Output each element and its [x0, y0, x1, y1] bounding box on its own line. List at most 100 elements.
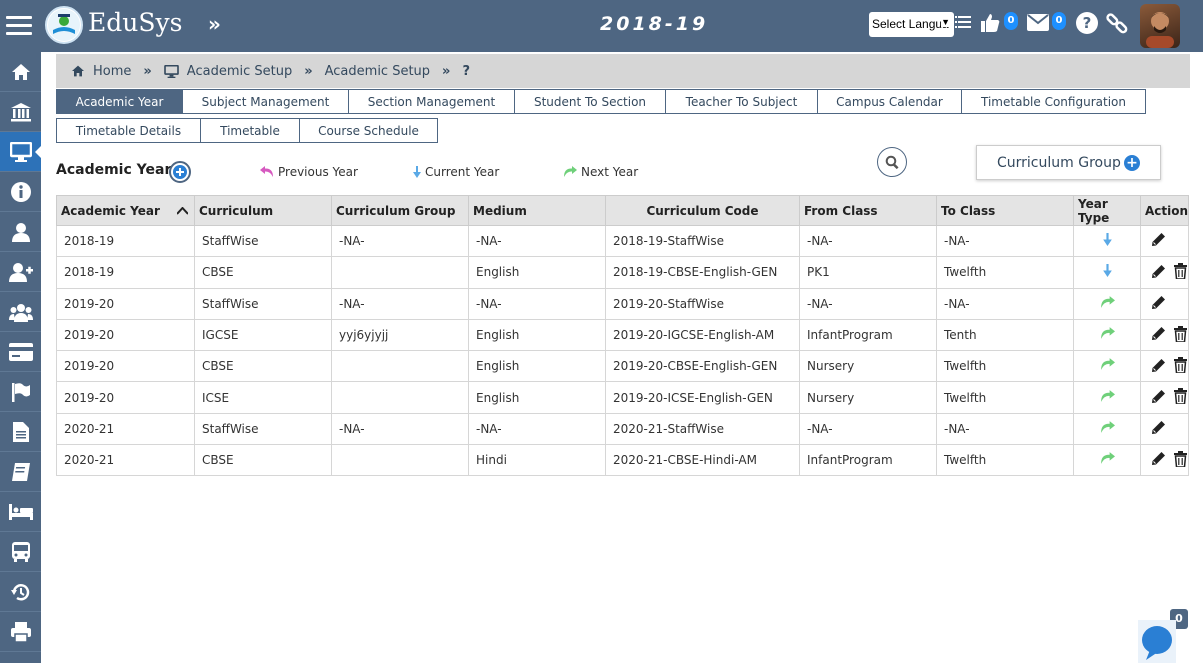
sidebar-item-documents[interactable]: [0, 412, 41, 452]
tab-section-management[interactable]: Section Management: [349, 89, 515, 114]
sidebar-item-fees[interactable]: [0, 332, 41, 372]
sidebar-item-groups[interactable]: [0, 292, 41, 332]
tab-student-to-section[interactable]: Student To Section: [515, 89, 666, 114]
edit-pencil-icon[interactable]: [1151, 420, 1166, 435]
cell-curriculum: StaffWise: [194, 412, 332, 446]
sidebar-item-user[interactable]: [0, 212, 41, 252]
edit-pencil-icon[interactable]: [1151, 232, 1166, 247]
plus-circle-icon: +: [1124, 155, 1140, 171]
edit-pencil-icon[interactable]: [1151, 358, 1166, 373]
sidebar-item-academic-setup[interactable]: [0, 132, 42, 172]
tab-timetable[interactable]: Timetable: [201, 118, 300, 143]
edit-pencil-icon[interactable]: [1151, 451, 1166, 466]
curriculum-group-label: Curriculum Group: [997, 154, 1121, 171]
thumbs-up-icon[interactable]: [980, 13, 1000, 37]
cell-curriculum: CBSE: [194, 350, 332, 383]
breadcrumb-current[interactable]: Academic Setup: [325, 64, 430, 79]
col-from-class[interactable]: From Class: [799, 195, 937, 226]
tab-campus-calendar[interactable]: Campus Calendar: [818, 89, 962, 114]
col-medium[interactable]: Medium: [468, 195, 606, 226]
link-icon[interactable]: [1106, 12, 1128, 38]
breadcrumb-separator: »: [304, 63, 313, 79]
messages-badge: 0: [1052, 12, 1066, 30]
col-curriculum-code[interactable]: Curriculum Code: [605, 195, 800, 226]
cell-year-type: [1073, 350, 1141, 383]
search-button[interactable]: [877, 147, 907, 177]
printer-icon: [10, 621, 31, 642]
trash-icon[interactable]: [1174, 263, 1187, 280]
breadcrumb-academic-setup[interactable]: Academic Setup: [187, 64, 292, 79]
sidebar-item-hostel[interactable]: [0, 492, 41, 532]
edit-pencil-icon[interactable]: [1151, 389, 1166, 404]
cell-medium: English: [468, 381, 606, 414]
users-icon: [8, 303, 33, 322]
language-select[interactable]: Select Langua ▼: [869, 12, 954, 37]
tab-timetable-configuration[interactable]: Timetable Configuration: [962, 89, 1146, 114]
menu-icon[interactable]: [6, 16, 32, 36]
col-academic-year[interactable]: Academic Year: [56, 195, 195, 226]
table-header-row: Academic Year Curriculum Curriculum Grou…: [56, 195, 1190, 226]
expand-chevron-icon[interactable]: »: [208, 12, 221, 36]
tab-academic-year[interactable]: Academic Year: [56, 89, 183, 114]
cell-year: 2020-21: [56, 444, 195, 477]
sidebar-item-print[interactable]: [0, 612, 41, 652]
sidebar-item-add-user[interactable]: [0, 252, 41, 292]
section-title: Academic Year: [56, 162, 172, 178]
cell-action: [1139, 350, 1190, 383]
edit-pencil-icon[interactable]: [1151, 264, 1166, 279]
sort-up-icon: [177, 207, 188, 215]
cell-curriculum: CBSE: [194, 444, 332, 477]
cell-curriculum: StaffWise: [194, 287, 332, 320]
user-icon: [11, 222, 30, 242]
trash-icon[interactable]: [1174, 388, 1187, 405]
edit-pencil-icon[interactable]: [1151, 295, 1166, 310]
cell-group: [331, 350, 469, 383]
tab-timetable-details[interactable]: Timetable Details: [56, 118, 201, 143]
cell-year-type: [1073, 412, 1141, 446]
tab-teacher-to-subject[interactable]: Teacher To Subject: [666, 89, 818, 114]
envelope-icon[interactable]: [1027, 14, 1049, 35]
list-icon[interactable]: [955, 14, 971, 36]
svg-text:?: ?: [1083, 14, 1092, 32]
cell-from: Nursery: [799, 350, 937, 383]
breadcrumb-home[interactable]: Home: [93, 64, 131, 79]
legend-next-label: Next Year: [581, 165, 639, 179]
add-academic-year-button[interactable]: [169, 161, 191, 183]
chat-button[interactable]: [1138, 620, 1176, 663]
flag-icon: [11, 382, 30, 402]
cell-from: -NA-: [799, 287, 937, 320]
cell-action: [1139, 381, 1190, 414]
sidebar-item-institution[interactable]: [0, 92, 41, 132]
curriculum-group-button[interactable]: Curriculum Group +: [976, 145, 1161, 180]
tab-course-schedule[interactable]: Course Schedule: [300, 118, 438, 143]
trash-icon[interactable]: [1174, 450, 1187, 467]
cell-year: 2020-21: [56, 412, 195, 446]
col-to-class[interactable]: To Class: [936, 195, 1074, 226]
sidebar-item-info[interactable]: [0, 172, 41, 212]
table-row: 2018-19 StaffWise -NA- -NA- 2018-19-StaffWis…: [56, 224, 1190, 258]
user-avatar[interactable]: [1140, 4, 1180, 48]
cell-from: -NA-: [799, 224, 937, 258]
breadcrumb-help[interactable]: ?: [462, 64, 470, 79]
sidebar-item-transport[interactable]: [0, 532, 41, 572]
sidebar-item-library[interactable]: [0, 452, 41, 492]
trash-icon[interactable]: [1174, 357, 1187, 374]
col-year-type: Year Type: [1073, 195, 1141, 226]
sidebar-item-history[interactable]: [0, 572, 41, 612]
trash-icon[interactable]: [1174, 325, 1187, 342]
breadcrumb-separator: »: [442, 63, 451, 79]
next-year-icon: [1100, 295, 1115, 308]
sidebar-item-events[interactable]: [0, 372, 41, 412]
table-row: 2019-20 IGCSE yyj6yjyjj English 2019-20-IGCS…: [56, 318, 1190, 352]
cell-action: [1139, 224, 1190, 258]
edit-pencil-icon[interactable]: [1151, 326, 1166, 341]
col-curriculum[interactable]: Curriculum: [194, 195, 332, 226]
sidebar-item-home[interactable]: [0, 52, 41, 92]
current-year-icon: [1102, 264, 1112, 278]
tab-subject-management[interactable]: Subject Management: [183, 89, 349, 114]
cell-group: [331, 381, 469, 414]
breadcrumb-separator: »: [143, 63, 152, 79]
col-curriculum-group[interactable]: Curriculum Group: [331, 195, 469, 226]
help-icon[interactable]: ?: [1076, 12, 1098, 38]
home-icon: [11, 63, 30, 80]
